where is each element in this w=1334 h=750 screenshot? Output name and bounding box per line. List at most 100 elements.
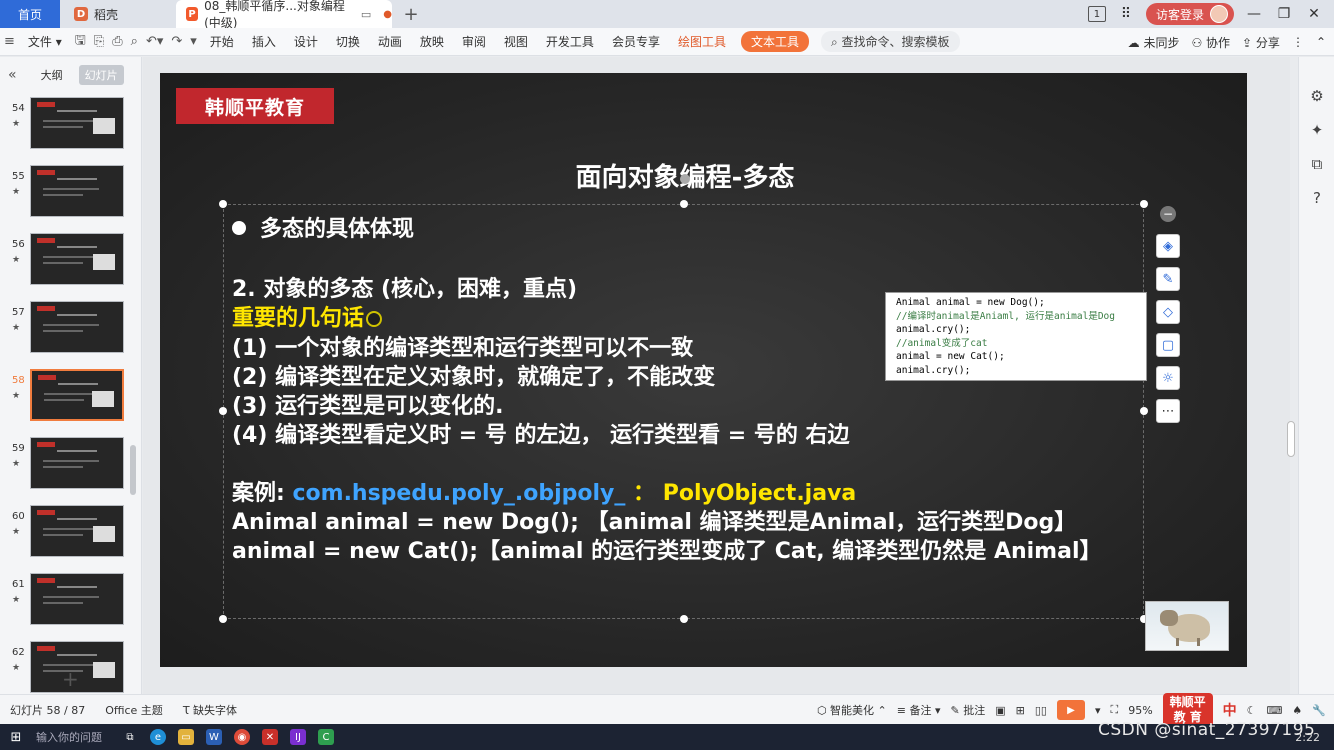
shirt-icon[interactable]: ♠: [1292, 704, 1302, 717]
more-dropdown-icon[interactable]: ▾: [186, 34, 201, 49]
more-icon[interactable]: ⋯: [1156, 399, 1180, 423]
edge-icon[interactable]: e: [150, 729, 166, 745]
restore-icon[interactable]: ❐: [1274, 6, 1294, 22]
menu-developer[interactable]: 开发工具: [537, 33, 603, 50]
menu-animation[interactable]: 动画: [369, 33, 411, 50]
frame-icon[interactable]: ▢: [1156, 333, 1180, 357]
slide-preview[interactable]: [30, 505, 124, 557]
menu-design[interactable]: 设计: [285, 33, 327, 50]
slide-preview[interactable]: [30, 165, 124, 217]
redo-icon[interactable]: ↷: [167, 34, 186, 49]
file-menu[interactable]: 文件 ▾: [19, 33, 71, 50]
fit-window-icon[interactable]: ⛶: [1111, 703, 1119, 717]
export-icon[interactable]: ⎘: [90, 34, 108, 49]
slide-preview[interactable]: [30, 437, 124, 489]
rotate-handle[interactable]: [680, 174, 690, 184]
keyboard-icon[interactable]: ⌨: [1267, 704, 1283, 717]
slide-canvas[interactable]: 韩顺平教育 面向对象编程-多态 多态的具体体现 2. 对象的多态 (核心，困难，…: [160, 73, 1247, 667]
slide-thumbnail[interactable]: 58 ★: [0, 369, 142, 425]
menu-text-tool[interactable]: 文本工具: [740, 31, 809, 52]
thumbnail-scrollbar[interactable]: [130, 445, 136, 495]
menu-member[interactable]: 会员专享: [603, 33, 669, 50]
hamburger-icon[interactable]: ≡: [0, 34, 19, 49]
menu-transition[interactable]: 切换: [327, 33, 369, 50]
comments-button[interactable]: ✎ 批注: [951, 702, 986, 718]
tab-home[interactable]: 首页: [0, 0, 60, 28]
reading-view-icon[interactable]: ▯▯: [1035, 704, 1047, 717]
moon-icon[interactable]: ☾: [1247, 704, 1257, 717]
word-icon[interactable]: W: [206, 729, 222, 745]
missing-font-button[interactable]: Ꚍ 缺失字体: [173, 702, 247, 718]
resize-handle-top-right[interactable]: [1140, 200, 1148, 208]
collapse-toolbar-icon[interactable]: −: [1160, 206, 1176, 222]
pin-icon[interactable]: ✦: [1299, 113, 1334, 147]
normal-view-icon[interactable]: ▣: [995, 704, 1005, 717]
slide-thumbnail[interactable]: 56 ★: [0, 233, 142, 289]
minimize-icon[interactable]: —: [1244, 6, 1264, 22]
menu-start[interactable]: 开始: [201, 33, 243, 50]
resize-handle-bottom-middle[interactable]: [680, 615, 688, 623]
fill-icon[interactable]: ◇: [1156, 300, 1180, 324]
menu-draw-tool[interactable]: 绘图工具: [669, 33, 735, 50]
add-slide-button[interactable]: +: [62, 667, 79, 691]
login-button[interactable]: 访客登录: [1145, 3, 1234, 25]
menu-view[interactable]: 视图: [495, 33, 537, 50]
slide-thumbnail[interactable]: 55 ★: [0, 165, 142, 221]
xmind-icon[interactable]: ✕: [262, 729, 278, 745]
chrome-icon[interactable]: ◉: [234, 729, 250, 745]
menu-slideshow[interactable]: 放映: [411, 33, 453, 50]
layers-icon[interactable]: ◈: [1156, 234, 1180, 258]
slide-thumbnail[interactable]: 60 ★: [0, 505, 142, 561]
canvas-scrollbar[interactable]: [1287, 421, 1295, 457]
share-button[interactable]: ⇪ 分享: [1242, 34, 1280, 51]
task-view-icon[interactable]: ⧉: [122, 729, 138, 745]
slides-panel-icon[interactable]: ⧉: [1299, 147, 1334, 181]
beautify-button[interactable]: ⬡ 智能美化 ⌃: [817, 702, 887, 718]
theme-name[interactable]: Office 主题: [95, 702, 173, 718]
camtasia-icon[interactable]: C: [318, 729, 334, 745]
collab-button[interactable]: ⚇ 协作: [1191, 34, 1230, 51]
slide-thumbnail[interactable]: 54 ★: [0, 97, 142, 153]
grid-view-icon[interactable]: ⊞: [1016, 704, 1025, 717]
resize-handle-middle-right[interactable]: [1140, 407, 1148, 415]
close-icon[interactable]: ✕: [1304, 6, 1324, 22]
lightbulb-icon[interactable]: ☼: [1156, 366, 1180, 390]
menu-insert[interactable]: 插入: [243, 33, 285, 50]
monitor-icon[interactable]: ▭: [361, 8, 371, 21]
print-icon[interactable]: ⎙: [108, 34, 126, 49]
ime-indicator[interactable]: 中: [1223, 700, 1237, 720]
slide-preview[interactable]: [30, 573, 124, 625]
settings-sliders-icon[interactable]: ⚙: [1299, 79, 1334, 113]
grid-icon[interactable]: ⠿: [1116, 6, 1136, 22]
windows-start-icon[interactable]: ⊞: [8, 729, 24, 745]
unsaved-dot-icon[interactable]: ●: [383, 9, 392, 20]
zoom-level[interactable]: 95%: [1128, 704, 1152, 717]
slide-preview[interactable]: [30, 97, 124, 149]
tab-docer[interactable]: D 稻壳: [62, 0, 172, 28]
command-search[interactable]: ⌕ 查找命令、搜索模板: [820, 31, 960, 52]
undo-icon[interactable]: ↶▾: [142, 34, 167, 49]
new-tab-button[interactable]: +: [400, 0, 422, 28]
save-icon[interactable]: 🖫: [71, 31, 90, 53]
more-options-icon[interactable]: ⋮: [1292, 35, 1304, 49]
resize-handle-top-middle[interactable]: [680, 200, 688, 208]
help-icon[interactable]: ?: [1299, 181, 1334, 215]
wrench-icon[interactable]: 🔧: [1312, 704, 1326, 717]
tab-slides[interactable]: 幻灯片: [78, 65, 124, 85]
resize-handle-middle-left[interactable]: [219, 407, 227, 415]
idea-icon[interactable]: IJ: [290, 729, 306, 745]
sync-button[interactable]: ☁ 未同步: [1128, 34, 1180, 51]
collapse-panel-icon[interactable]: «: [8, 67, 17, 83]
resize-handle-bottom-left[interactable]: [219, 615, 227, 623]
tab-outline[interactable]: 大纲: [35, 65, 69, 85]
slide-thumbnail[interactable]: 57 ★: [0, 301, 142, 357]
notes-button[interactable]: ≡ 备注 ▾: [897, 702, 941, 718]
slide-thumbnail[interactable]: 61 ★: [0, 573, 142, 629]
pen-icon[interactable]: ✎: [1156, 267, 1180, 291]
resize-handle-top-left[interactable]: [219, 200, 227, 208]
taskbar-search[interactable]: 输入你的问题: [36, 729, 102, 745]
slide-thumbnail[interactable]: 59 ★: [0, 437, 142, 493]
slide-preview[interactable]: [30, 301, 124, 353]
file-explorer-icon[interactable]: ▭: [178, 729, 194, 745]
tab-active-document[interactable]: P 08_韩顺平循序...对象编程(中级) ▭ ●: [176, 0, 392, 30]
